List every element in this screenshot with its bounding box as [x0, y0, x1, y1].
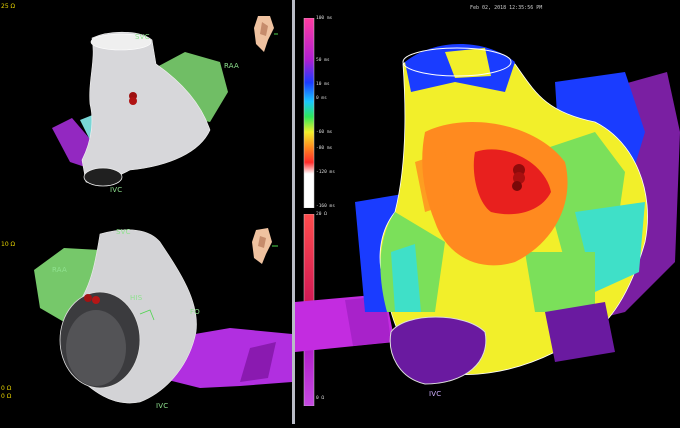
- impedance-readout: 10 Ω: [1, 241, 16, 248]
- left-bottom-view[interactable]: 10 Ω SVC RAA HIS FO IVC: [0, 212, 292, 424]
- label-his: HIS: [130, 294, 143, 302]
- label-raa: RAA: [224, 62, 239, 70]
- label-fo: FO: [190, 308, 200, 316]
- label-svc: SVC: [116, 228, 131, 236]
- label-svc: SVC: [135, 33, 150, 41]
- readout-line-2: 0 Ω: [1, 393, 12, 400]
- heart-orientation-icon[interactable]: [250, 14, 278, 54]
- impedance-readout: 25 Ω: [1, 3, 16, 10]
- activation-map-3d[interactable]: IVC: [295, 12, 680, 424]
- session-datetime: Feb 02, 2018 12:35:56 PM: [470, 5, 543, 11]
- label-ivc: IVC: [156, 402, 169, 410]
- label-ivc: IVC: [429, 390, 442, 398]
- heart-orientation-icon[interactable]: [250, 226, 278, 266]
- left-top-view[interactable]: 25 Ω SVC RAA IVC: [0, 0, 292, 212]
- label-raa: RAA: [52, 266, 67, 274]
- label-ivc: IVC: [110, 186, 123, 194]
- readout-line-1: 0 Ω: [1, 385, 12, 392]
